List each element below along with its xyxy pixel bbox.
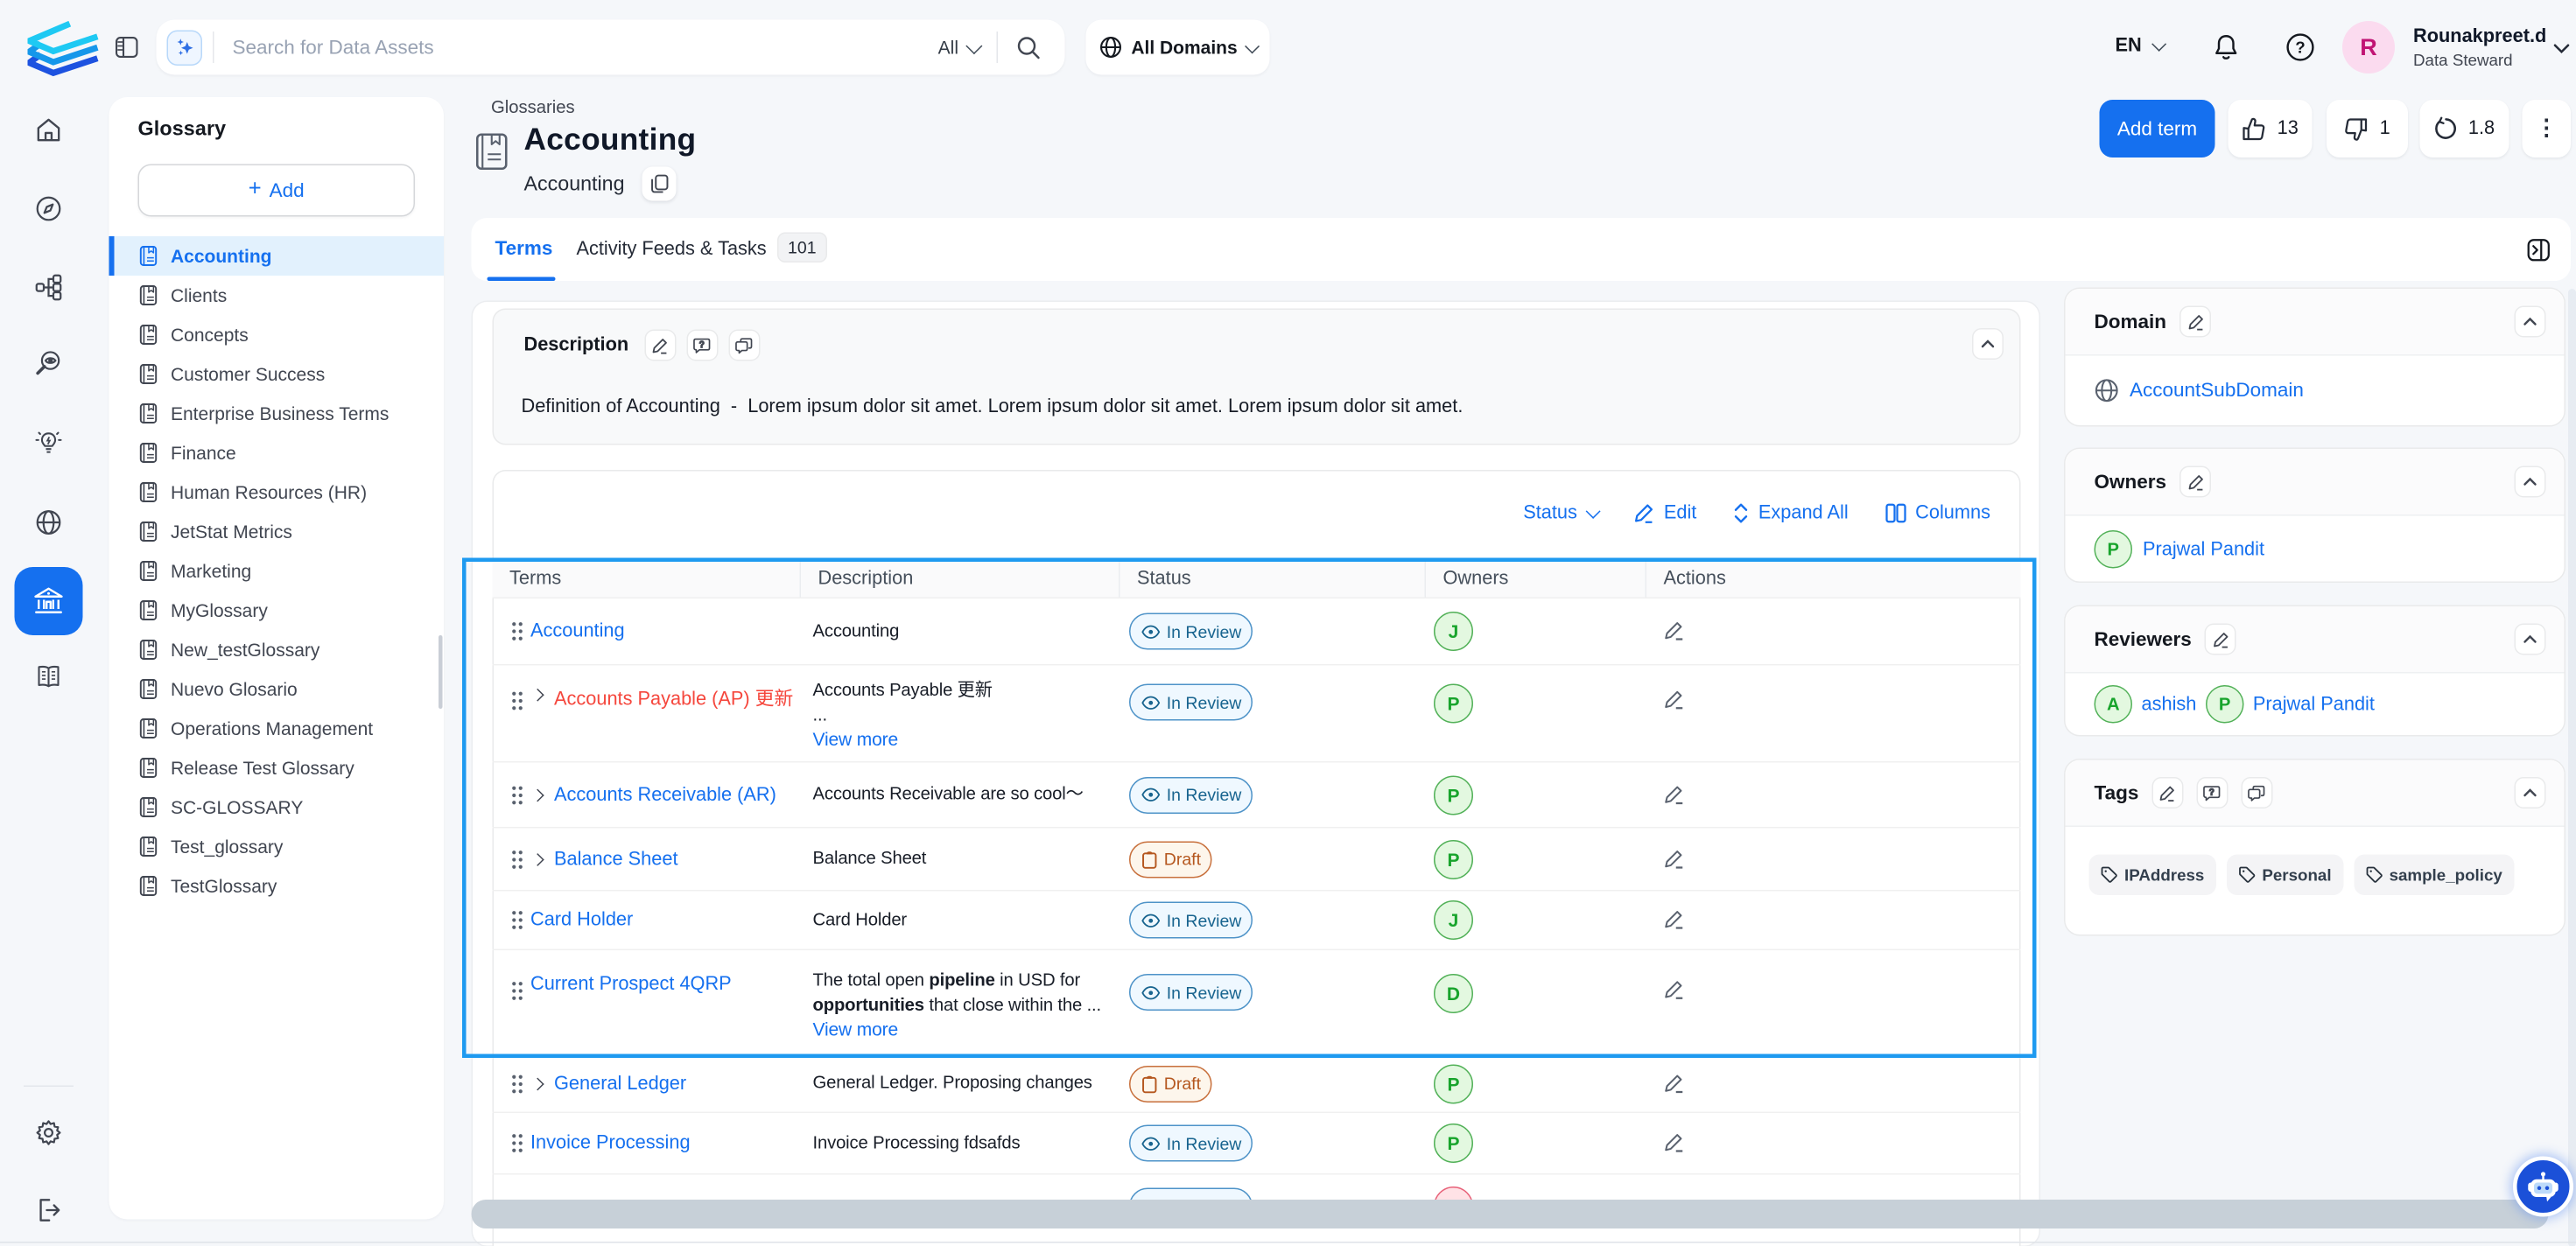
svg-text:?: ? [2210,788,2215,797]
svg-text:?: ? [699,340,705,349]
svg-text:?: ? [2295,38,2305,57]
